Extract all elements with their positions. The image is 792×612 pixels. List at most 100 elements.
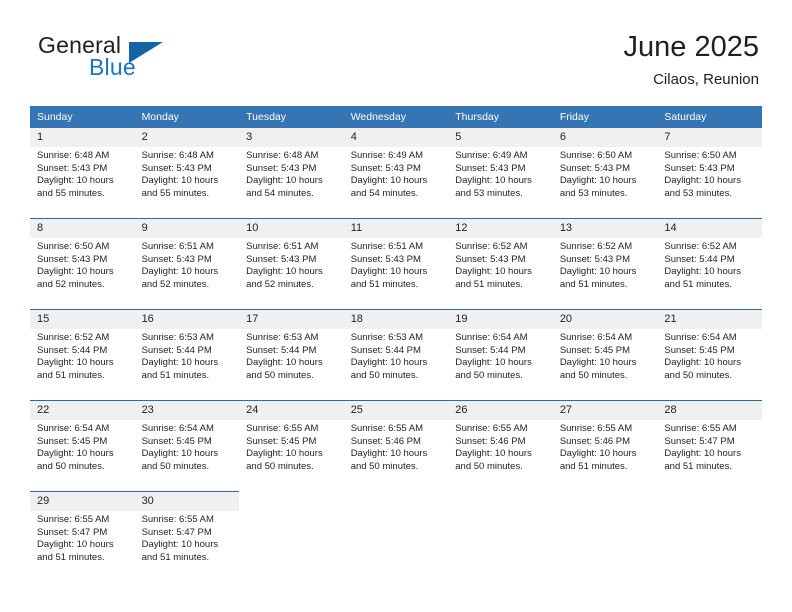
daylight-text-line1: Daylight: 10 hours xyxy=(455,175,532,187)
day-detail-cell[interactable]: Sunrise: 6:55 AM Sunset: 5:46 PM Dayligh… xyxy=(552,420,658,492)
sunrise-text: Sunrise: 6:53 AM xyxy=(350,332,424,343)
day-detail-cell[interactable]: Sunrise: 6:55 AM Sunset: 5:46 PM Dayligh… xyxy=(343,420,449,492)
day-number-cell[interactable]: 4 xyxy=(343,128,449,147)
daylight-text-line2: and 53 minutes. xyxy=(455,187,523,199)
daylight-text-line2: and 50 minutes. xyxy=(455,369,523,381)
daylight-text-line2: and 51 minutes. xyxy=(37,551,105,563)
day-number-cell[interactable]: 9 xyxy=(134,218,240,238)
day-number-cell[interactable]: 22 xyxy=(30,400,135,420)
brand-logo[interactable]: General Blue xyxy=(38,32,248,88)
day-detail-cell[interactable]: Sunrise: 6:48 AM Sunset: 5:43 PM Dayligh… xyxy=(134,147,240,219)
day-detail-cell[interactable]: Sunrise: 6:50 AM Sunset: 5:43 PM Dayligh… xyxy=(657,147,762,219)
day-detail-cell[interactable]: Sunrise: 6:55 AM Sunset: 5:47 PM Dayligh… xyxy=(30,511,135,582)
day-number-cell[interactable]: 16 xyxy=(134,309,240,329)
day-number-cell[interactable]: 10 xyxy=(239,218,344,238)
daylight-text-line1: Daylight: 10 hours xyxy=(350,448,428,460)
day-number-cell[interactable]: 28 xyxy=(657,400,762,420)
empty-day-cell xyxy=(657,491,762,511)
day-detail-cell[interactable]: Sunrise: 6:51 AM Sunset: 5:43 PM Dayligh… xyxy=(239,238,344,310)
daylight-text-line1: Daylight: 10 hours xyxy=(455,357,532,369)
day-detail-cell[interactable]: Sunrise: 6:54 AM Sunset: 5:44 PM Dayligh… xyxy=(448,329,553,401)
day-detail-cell[interactable]: Sunrise: 6:53 AM Sunset: 5:44 PM Dayligh… xyxy=(134,329,240,401)
day-number-cell[interactable]: 8 xyxy=(30,218,135,238)
weekday-header-monday: Monday xyxy=(134,106,240,128)
calendar-grid: Sunday Monday Tuesday Wednesday Thursday… xyxy=(30,106,762,582)
weekday-header-wednesday: Wednesday xyxy=(343,106,449,128)
sunset-text: Sunset: 5:44 PM xyxy=(455,344,526,356)
day-detail-cell[interactable]: Sunrise: 6:53 AM Sunset: 5:44 PM Dayligh… xyxy=(239,329,344,401)
day-number-cell[interactable]: 18 xyxy=(343,309,449,329)
day-detail-cell[interactable]: Sunrise: 6:55 AM Sunset: 5:47 PM Dayligh… xyxy=(657,420,762,492)
day-detail-cell[interactable]: Sunrise: 6:54 AM Sunset: 5:45 PM Dayligh… xyxy=(657,329,762,401)
day-detail-cell[interactable]: Sunrise: 6:55 AM Sunset: 5:47 PM Dayligh… xyxy=(134,511,240,582)
day-number-cell[interactable]: 29 xyxy=(30,491,135,511)
day-number-cell[interactable]: 7 xyxy=(657,128,762,147)
day-number-cell[interactable]: 23 xyxy=(134,400,240,420)
sunrise-text: Sunrise: 6:48 AM xyxy=(246,150,319,161)
day-number-cell[interactable]: 5 xyxy=(448,128,553,147)
day-detail-cell[interactable]: Sunrise: 6:50 AM Sunset: 5:43 PM Dayligh… xyxy=(30,238,135,310)
day-detail-cell[interactable]: Sunrise: 6:54 AM Sunset: 5:45 PM Dayligh… xyxy=(30,420,135,492)
day-number-cell[interactable]: 2 xyxy=(134,128,240,147)
day-detail-cell[interactable]: Sunrise: 6:54 AM Sunset: 5:45 PM Dayligh… xyxy=(552,329,658,401)
day-detail-cell[interactable]: Sunrise: 6:48 AM Sunset: 5:43 PM Dayligh… xyxy=(239,147,344,219)
sunset-text: Sunset: 5:47 PM xyxy=(141,526,212,538)
day-number-cell[interactable]: 14 xyxy=(657,218,762,238)
day-number-cell[interactable]: 30 xyxy=(134,491,240,511)
calendar-page: General Blue June 2025 Cilaos, Reunion S… xyxy=(0,0,792,612)
daylight-text-line2: and 50 minutes. xyxy=(350,369,419,381)
day-detail-cell[interactable]: Sunrise: 6:49 AM Sunset: 5:43 PM Dayligh… xyxy=(448,147,553,219)
day-number-cell[interactable]: 24 xyxy=(239,400,344,420)
day-detail-cell[interactable]: Sunrise: 6:50 AM Sunset: 5:43 PM Dayligh… xyxy=(552,147,658,219)
day-detail-cell[interactable]: Sunrise: 6:51 AM Sunset: 5:43 PM Dayligh… xyxy=(134,238,240,310)
daylight-text-line1: Daylight: 10 hours xyxy=(141,175,219,187)
page-title: June 2025 xyxy=(623,31,759,63)
day-detail-cell[interactable]: Sunrise: 6:49 AM Sunset: 5:43 PM Dayligh… xyxy=(343,147,449,219)
sunrise-text: Sunrise: 6:51 AM xyxy=(141,241,214,252)
location-label: Cilaos, Reunion xyxy=(653,71,759,88)
day-number-cell[interactable]: 26 xyxy=(448,400,553,420)
day-number-cell[interactable]: 3 xyxy=(239,128,344,147)
daylight-text-line1: Daylight: 10 hours xyxy=(246,175,323,187)
day-number-cell[interactable]: 1 xyxy=(30,128,135,147)
day-number-cell[interactable]: 25 xyxy=(343,400,449,420)
sunset-text: Sunset: 5:46 PM xyxy=(350,435,421,447)
day-detail-cell[interactable]: Sunrise: 6:54 AM Sunset: 5:45 PM Dayligh… xyxy=(134,420,240,492)
sunrise-text: Sunrise: 6:55 AM xyxy=(246,423,319,434)
day-number-cell[interactable]: 12 xyxy=(448,218,553,238)
sunset-text: Sunset: 5:45 PM xyxy=(246,435,317,447)
calendar-table: Sunday Monday Tuesday Wednesday Thursday… xyxy=(30,106,762,582)
day-number-cell[interactable]: 21 xyxy=(657,309,762,329)
sunset-text: Sunset: 5:44 PM xyxy=(37,344,108,356)
day-detail-cell[interactable]: Sunrise: 6:48 AM Sunset: 5:43 PM Dayligh… xyxy=(30,147,135,219)
sunset-text: Sunset: 5:44 PM xyxy=(141,344,212,356)
sunrise-text: Sunrise: 6:53 AM xyxy=(246,332,319,343)
sunrise-text: Sunrise: 6:54 AM xyxy=(37,423,110,434)
day-detail-cell[interactable]: Sunrise: 6:55 AM Sunset: 5:46 PM Dayligh… xyxy=(448,420,553,492)
day-number-cell[interactable]: 15 xyxy=(30,309,135,329)
daylight-text-line2: and 50 minutes. xyxy=(664,369,732,381)
daylight-text-line2: and 55 minutes. xyxy=(37,187,105,199)
day-detail-cell[interactable]: Sunrise: 6:52 AM Sunset: 5:43 PM Dayligh… xyxy=(552,238,658,310)
daylight-text-line1: Daylight: 10 hours xyxy=(664,448,741,460)
weekday-header-row: Sunday Monday Tuesday Wednesday Thursday… xyxy=(30,106,762,128)
day-number-cell[interactable]: 6 xyxy=(552,128,658,147)
sunset-text: Sunset: 5:43 PM xyxy=(559,253,631,265)
day-number-cell[interactable]: 19 xyxy=(448,309,553,329)
day-detail-cell[interactable]: Sunrise: 6:55 AM Sunset: 5:45 PM Dayligh… xyxy=(239,420,344,492)
day-number-cell[interactable]: 11 xyxy=(343,218,449,238)
daylight-text-line2: and 51 minutes. xyxy=(664,278,732,290)
day-number-cell[interactable]: 13 xyxy=(552,218,658,238)
daylight-text-line1: Daylight: 10 hours xyxy=(350,266,428,278)
day-number-cell[interactable]: 17 xyxy=(239,309,344,329)
day-detail-cell[interactable]: Sunrise: 6:53 AM Sunset: 5:44 PM Dayligh… xyxy=(343,329,449,401)
daylight-text-line1: Daylight: 10 hours xyxy=(455,448,532,460)
sunrise-text: Sunrise: 6:53 AM xyxy=(141,332,214,343)
day-detail-cell[interactable]: Sunrise: 6:52 AM Sunset: 5:44 PM Dayligh… xyxy=(30,329,135,401)
day-detail-cell[interactable]: Sunrise: 6:52 AM Sunset: 5:43 PM Dayligh… xyxy=(448,238,553,310)
day-detail-cell[interactable]: Sunrise: 6:51 AM Sunset: 5:43 PM Dayligh… xyxy=(343,238,449,310)
sunrise-text: Sunrise: 6:55 AM xyxy=(455,423,528,434)
day-detail-cell[interactable]: Sunrise: 6:52 AM Sunset: 5:44 PM Dayligh… xyxy=(657,238,762,310)
day-number-cell[interactable]: 20 xyxy=(552,309,658,329)
day-number-cell[interactable]: 27 xyxy=(552,400,658,420)
